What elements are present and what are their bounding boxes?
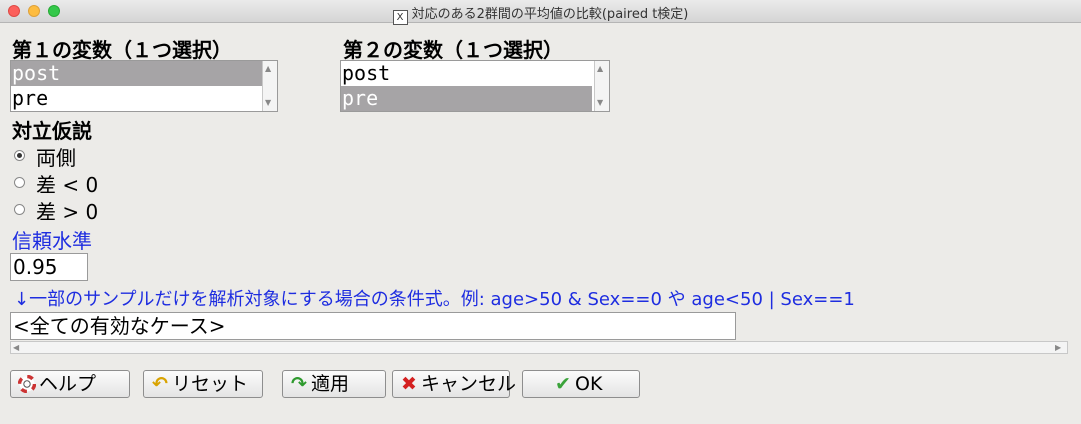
redo-arrow-icon: ↷ [291,373,307,395]
var2-item-pre[interactable]: pre [341,86,592,111]
cancel-label: キャンセル [421,373,517,395]
var2-heading: 第２の変数（１つ選択） [343,38,563,62]
ok-button[interactable]: ✔ OK [522,370,640,398]
lifebuoy-icon [17,371,37,397]
reset-label: リセット [172,373,249,395]
radio-label-greater: 差 > 0 [36,200,99,224]
var2-listbox[interactable]: post pre ▲ ▼ [340,60,610,112]
apply-label: 適用 [311,373,350,395]
radio-two-sided[interactable] [14,150,25,161]
subset-hscrollbar[interactable]: ◀ ▶ [10,341,1068,354]
x11-app-icon: X [392,10,408,25]
conf-heading: 信頼水準 [12,229,92,253]
apply-button[interactable]: ↷ 適用 [282,370,386,398]
var2-item-post[interactable]: post [341,61,592,86]
radio-less[interactable] [14,177,25,188]
reset-button[interactable]: ↶ リセット [143,370,263,398]
red-x-icon: ✖ [401,373,417,395]
var1-item-post[interactable]: post [11,61,262,86]
checkmark-icon: ✔ [555,373,571,395]
cancel-button[interactable]: ✖ キャンセル [392,370,516,398]
var2-scrollbar[interactable]: ▲ ▼ [594,61,609,111]
title-bar: X 対応のある2群間の平均値の比較(paired t検定) [0,0,1081,25]
scroll-right-icon[interactable]: ▶ [1055,344,1061,352]
window-title-text: 対応のある2群間の平均値の比較(paired t検定) [411,7,689,22]
scroll-up-icon[interactable]: ▲ [597,65,603,73]
var1-item-pre[interactable]: pre [11,86,262,111]
undo-arrow-icon: ↶ [152,373,168,395]
var1-heading: 第１の変数（１つ選択） [12,38,232,62]
help-button[interactable]: ヘルプ [10,370,130,398]
ok-label: OK [575,373,603,395]
var1-scrollbar[interactable]: ▲ ▼ [262,61,277,111]
scroll-down-icon[interactable]: ▼ [597,99,603,107]
conf-level-input[interactable]: 0.95 [10,253,88,281]
subset-hint: ↓一部のサンプルだけを解析対象にする場合の条件式。例: age>50 & Sex… [14,289,855,310]
help-label: ヘルプ [39,373,97,395]
window-title: X 対応のある2群間の平均値の比較(paired t検定) [0,3,1081,25]
scroll-down-icon[interactable]: ▼ [265,99,271,107]
scroll-up-icon[interactable]: ▲ [265,65,271,73]
radio-label-two-sided: 両側 [36,146,76,170]
alt-heading: 対立仮説 [12,119,92,143]
var1-listbox[interactable]: post pre ▲ ▼ [10,60,278,112]
radio-label-less: 差 < 0 [36,173,99,197]
scroll-left-icon[interactable]: ◀ [13,344,19,352]
subset-input[interactable]: <全ての有効なケース> [10,312,736,340]
radio-greater[interactable] [14,204,25,215]
